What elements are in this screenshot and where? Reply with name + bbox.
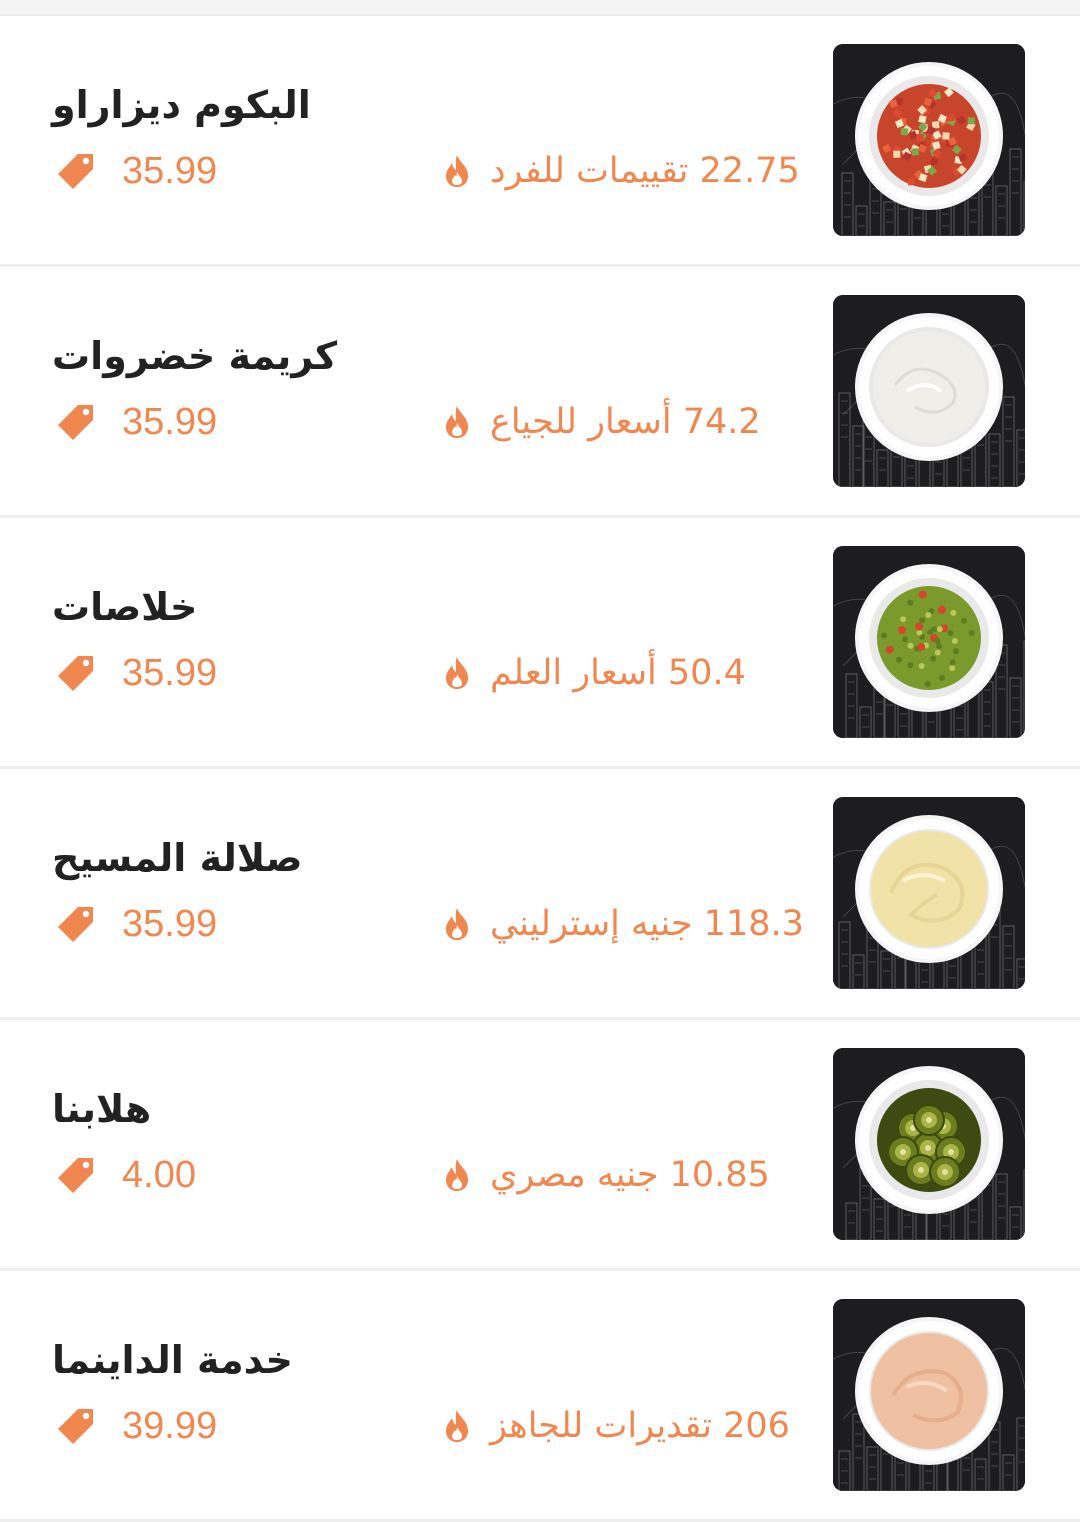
menu-item[interactable]: صلالة المسيح 35.99 118.3 جنيه إسترليني <box>0 769 1080 1020</box>
calorie-row: 50.4 أسعار العلم <box>442 648 746 698</box>
item-calories: 206 تقديرات للجاهز <box>490 1406 790 1446</box>
dish-image <box>833 1048 1025 1240</box>
fire-icon <box>442 405 472 439</box>
price-row: 35.99 <box>56 899 217 949</box>
fire-icon <box>442 1409 472 1443</box>
calorie-row: 118.3 جنيه إسترليني <box>442 899 804 949</box>
price-tag-icon <box>56 151 96 191</box>
item-price: 35.99 <box>122 150 218 192</box>
fire-icon <box>442 1158 472 1192</box>
price-row: 35.99 <box>56 648 217 698</box>
fire-icon <box>442 656 472 690</box>
price-row: 4.00 <box>56 1150 196 1200</box>
menu-item[interactable]: خدمة الداينما 39.99 206 تقديرات للجاهز <box>0 1271 1080 1522</box>
price-row: 35.99 <box>56 397 217 447</box>
item-title: خدمة الداينما <box>52 1338 293 1382</box>
dish-image <box>833 1299 1025 1491</box>
item-title: خلاصات <box>52 585 198 629</box>
price-tag-icon <box>56 904 96 944</box>
menu-list: البكوم ديزاراو 35.99 22.75 تقييمات للفرد… <box>0 16 1080 1522</box>
item-price: 35.99 <box>122 652 218 694</box>
item-calories: 50.4 أسعار العلم <box>490 653 746 693</box>
item-title: هلابنا <box>52 1087 152 1131</box>
price-row: 39.99 <box>56 1401 217 1451</box>
item-price: 39.99 <box>122 1405 218 1447</box>
item-title: البكوم ديزاراو <box>52 83 311 127</box>
item-title: كريمة خضروات <box>52 334 338 378</box>
item-price: 35.99 <box>122 401 218 443</box>
item-price: 35.99 <box>122 903 218 945</box>
item-calories: 74.2 أسعار للجياع <box>490 402 761 442</box>
item-price: 4.00 <box>122 1154 196 1196</box>
calorie-row: 206 تقديرات للجاهز <box>442 1401 790 1451</box>
price-tag-icon <box>56 402 96 442</box>
calorie-row: 74.2 أسعار للجياع <box>442 397 761 447</box>
calorie-row: 22.75 تقييمات للفرد <box>442 146 800 196</box>
menu-item[interactable]: كريمة خضروات 35.99 74.2 أسعار للجياع <box>0 267 1080 518</box>
fire-icon <box>442 907 472 941</box>
price-tag-icon <box>56 1406 96 1446</box>
item-title: صلالة المسيح <box>52 836 303 880</box>
menu-item[interactable]: هلابنا 4.00 10.85 جنيه مصري <box>0 1020 1080 1271</box>
top-strip <box>0 0 1080 16</box>
calorie-row: 10.85 جنيه مصري <box>442 1150 770 1200</box>
dish-image <box>833 44 1025 236</box>
item-calories: 118.3 جنيه إسترليني <box>490 904 804 944</box>
price-tag-icon <box>56 653 96 693</box>
dish-image <box>833 797 1025 989</box>
menu-item[interactable]: البكوم ديزاراو 35.99 22.75 تقييمات للفرد <box>0 16 1080 267</box>
dish-image <box>833 546 1025 738</box>
fire-icon <box>442 154 472 188</box>
item-calories: 10.85 جنيه مصري <box>490 1155 770 1195</box>
dish-image <box>833 295 1025 487</box>
menu-item[interactable]: خلاصات 35.99 50.4 أسعار العلم <box>0 518 1080 769</box>
price-row: 35.99 <box>56 146 217 196</box>
price-tag-icon <box>56 1155 96 1195</box>
item-calories: 22.75 تقييمات للفرد <box>490 151 800 191</box>
